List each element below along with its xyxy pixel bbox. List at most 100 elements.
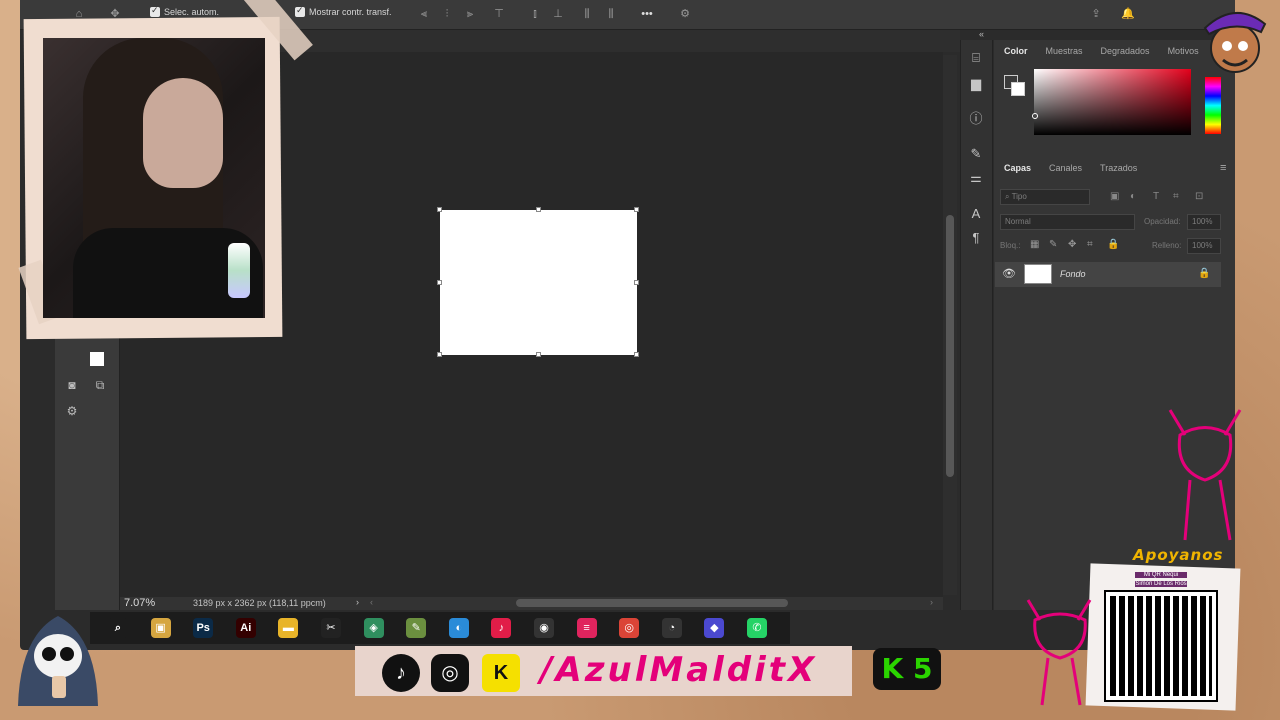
transform-handle[interactable] <box>634 352 639 357</box>
transform-handle[interactable] <box>634 207 639 212</box>
horizontal-scroll-thumb[interactable] <box>516 599 788 607</box>
align-bottom-icon[interactable]: ⊥ <box>551 8 565 20</box>
tab-layers[interactable]: Capas <box>995 157 1040 179</box>
show-transform-checkbox[interactable]: Mostrar contr. transf. <box>295 5 392 17</box>
character-icon[interactable]: A <box>968 206 984 222</box>
lock-artboard-icon[interactable]: ⌗ <box>1087 239 1093 250</box>
layer-name[interactable]: Fondo <box>1060 269 1086 279</box>
layer-filter-placeholder: Tipo <box>1011 192 1027 201</box>
scroll-left-icon[interactable]: ‹ <box>370 597 373 607</box>
taskbar-file-explorer-icon[interactable]: ▬ <box>278 618 299 638</box>
edit-toolbar-icon[interactable]: ⚙ <box>64 404 80 418</box>
taskbar-streaming-app-icon[interactable]: ≡ <box>576 618 597 638</box>
qr-label-line1: Mi QR Nequi <box>1135 572 1187 578</box>
filter-type-icon[interactable]: T <box>1153 191 1159 202</box>
background-color-swatch[interactable] <box>1011 82 1025 96</box>
scroll-right-icon[interactable]: › <box>930 597 933 607</box>
color-picker-cursor[interactable] <box>1032 113 1038 119</box>
hue-slider[interactable] <box>1205 77 1221 134</box>
brush-settings-icon[interactable]: ✎ <box>968 146 984 162</box>
filter-image-icon[interactable]: ▣ <box>1110 191 1119 202</box>
paragraph-icon[interactable]: ¶ <box>968 230 984 246</box>
document-info: 3189 px x 2362 px (118,11 ppcm) <box>193 598 326 608</box>
show-transform-label: Mostrar contr. transf. <box>309 7 392 17</box>
fill-input[interactable]: 100% <box>1187 238 1221 254</box>
align-top-icon[interactable]: ⊤ <box>492 8 506 20</box>
distribute-icon[interactable]: ⫼ <box>580 8 594 20</box>
transform-handle[interactable] <box>437 352 442 357</box>
panel-menu-icon[interactable]: ≡ <box>1220 162 1226 174</box>
collapse-panels-icon[interactable]: « <box>979 29 984 39</box>
adjustments-icon[interactable]: ⚌ <box>968 170 984 186</box>
screen-mode-icon[interactable]: ⧉ <box>92 378 108 392</box>
lock-icon[interactable]: 🔒 <box>1198 268 1210 279</box>
taskbar-capcut-icon[interactable]: ✂ <box>321 618 341 638</box>
streamer-handle: /AzulMalditX <box>540 650 818 690</box>
eye-visibility-icon[interactable]: 👁 <box>1002 267 1016 280</box>
taskbar-clipchamp-icon[interactable]: ◈ <box>363 618 384 638</box>
bell-icon[interactable]: 🔔 <box>1121 8 1135 20</box>
more-options-icon[interactable]: ••• <box>640 8 654 20</box>
align-center-icon[interactable]: ⫶ <box>440 8 454 20</box>
history-icon[interactable]: ⌸ <box>968 50 984 66</box>
search-icon: ⌕ <box>1005 192 1010 201</box>
comments-icon[interactable]: ▆ <box>968 76 984 92</box>
lock-pixels-icon[interactable]: ✎ <box>1049 239 1057 250</box>
taskbar-app-blue-icon[interactable]: ◐ <box>448 618 469 638</box>
taskbar-recorder-icon[interactable]: ◔ <box>661 618 682 638</box>
align-right-icon[interactable]: ⫸ <box>463 8 477 20</box>
taskbar-obs-icon[interactable]: ◉ <box>534 618 554 638</box>
filter-shape-icon[interactable]: ⌗ <box>1173 191 1179 202</box>
gear-icon[interactable]: ⚙ <box>678 8 692 20</box>
blend-mode-select[interactable]: Normal <box>1000 214 1135 230</box>
taskbar-chrome-icon[interactable]: ◎ <box>619 618 640 638</box>
tab-color[interactable]: Color <box>995 40 1037 62</box>
align-left-icon[interactable]: ⫷ <box>417 8 431 20</box>
transform-handle[interactable] <box>437 280 442 285</box>
tab-swatches[interactable]: Muestras <box>1037 40 1092 62</box>
devil-sketch <box>1168 409 1242 541</box>
align-vcenter-icon[interactable]: ⫾ <box>528 8 542 20</box>
transform-handle[interactable] <box>437 207 442 212</box>
filter-smart-object-icon[interactable]: ⊡ <box>1195 191 1203 202</box>
color-picker-field[interactable] <box>1034 69 1191 135</box>
taskbar-paint-icon[interactable]: ✎ <box>406 618 427 638</box>
filter-adjustment-icon[interactable]: ◐ <box>1130 191 1136 202</box>
qr-code <box>1104 590 1218 702</box>
taskbar-whatsapp-icon[interactable]: ✆ <box>747 618 767 638</box>
auto-select-label: Selec. autom. <box>164 7 220 17</box>
layer-thumbnail[interactable] <box>1024 264 1052 284</box>
streamer-face <box>143 78 223 188</box>
transform-handle[interactable] <box>536 352 541 357</box>
background-color-swatch[interactable] <box>90 352 104 366</box>
lock-position-icon[interactable]: ✥ <box>1068 239 1076 250</box>
webcam-feed <box>43 38 265 318</box>
auto-select-checkbox[interactable]: Selec. autom. <box>150 5 220 17</box>
tab-paths[interactable]: Trazados <box>1091 157 1146 179</box>
taskbar-illustrator-icon[interactable]: Ai <box>235 618 256 638</box>
lock-all-icon[interactable]: 🔒 <box>1107 239 1119 250</box>
zoom-level[interactable]: 7.07% <box>124 597 155 609</box>
distribute-v-icon[interactable]: ⫼ <box>604 8 618 20</box>
layer-filter-input[interactable]: ⌕ Tipo <box>1000 189 1090 205</box>
info-icon[interactable]: ⓘ <box>968 111 984 127</box>
taskbar-file-explorer-old-icon[interactable]: ▣ <box>150 618 171 638</box>
tab-channels[interactable]: Canales <box>1040 157 1091 179</box>
tiktok-icon: ♪ <box>382 654 420 692</box>
lock-transparency-icon[interactable]: ▦ <box>1030 239 1039 250</box>
reaper-mascot <box>18 616 98 706</box>
taskbar-photoshop-icon[interactable]: Ps <box>193 618 214 638</box>
chevron-right-icon[interactable]: › <box>356 597 359 607</box>
quick-mask-icon[interactable]: ◙ <box>64 378 80 392</box>
transform-handle[interactable] <box>634 280 639 285</box>
opacity-input[interactable]: 100% <box>1187 214 1221 230</box>
taskbar-app-purple-icon[interactable]: ◆ <box>704 618 725 638</box>
checkbox-checked-icon <box>150 5 160 17</box>
taskbar-search-icon[interactable]: ⌕ <box>108 618 128 638</box>
tab-gradients[interactable]: Degradados <box>1092 40 1159 62</box>
document-canvas[interactable] <box>440 210 637 355</box>
share-icon[interactable]: ⇪ <box>1089 8 1103 20</box>
taskbar-tiktok-icon[interactable]: ♪ <box>491 618 512 638</box>
transform-handle[interactable] <box>536 207 541 212</box>
vertical-scroll-thumb[interactable] <box>946 215 954 477</box>
